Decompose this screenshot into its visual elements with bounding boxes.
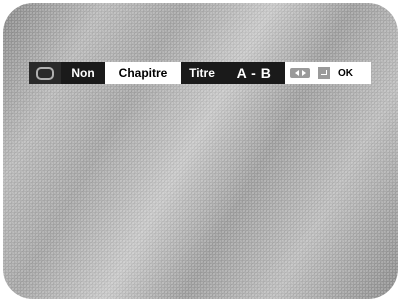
tv-screen: Non Chapitre Titre A - B OK bbox=[3, 3, 398, 299]
navigation-hint: OK bbox=[285, 62, 371, 84]
repeat-icon-cell bbox=[29, 62, 61, 84]
enter-icon bbox=[318, 67, 330, 79]
option-non[interactable]: Non bbox=[61, 62, 105, 84]
option-titre[interactable]: Titre bbox=[181, 62, 223, 84]
ok-label: OK bbox=[338, 67, 353, 79]
option-a-b[interactable]: A - B bbox=[223, 62, 285, 84]
left-right-arrows-icon bbox=[290, 68, 310, 78]
option-chapitre[interactable]: Chapitre bbox=[105, 62, 181, 84]
repeat-menu-bar: Non Chapitre Titre A - B OK bbox=[29, 62, 371, 84]
repeat-icon bbox=[36, 66, 54, 80]
